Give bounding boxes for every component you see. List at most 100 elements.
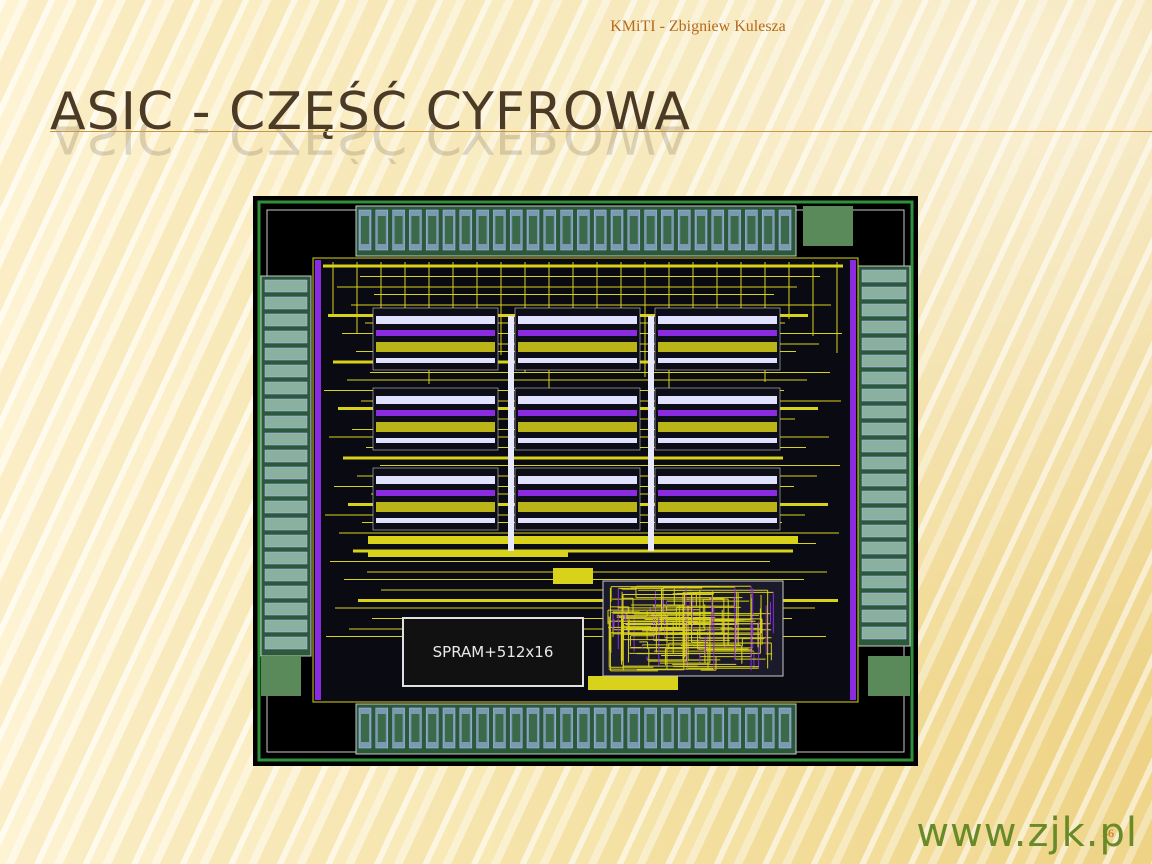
logic-block-metal [518, 422, 637, 432]
power-rail-left [315, 260, 321, 700]
logic-block-metal [518, 502, 637, 512]
bottom-pad-core [478, 714, 487, 742]
bottom-pad-core [781, 714, 789, 742]
spram-label: SPRAM+512x16 [433, 643, 554, 661]
right-pad [861, 456, 907, 470]
bus-line-2 [648, 316, 654, 551]
logic-blocks [372, 307, 781, 531]
left-pad [264, 449, 308, 463]
title-underline [50, 131, 1152, 132]
bus-line-1 [508, 316, 514, 551]
right-pad [861, 592, 907, 606]
asic-layout-svg: SPRAM+512x16 [257, 200, 914, 762]
logic-block-row [376, 316, 495, 324]
logic-block-rail [376, 490, 495, 496]
right-pad [861, 371, 907, 385]
footer-url: www.zjk.pl [916, 810, 1138, 856]
bus-thick [368, 536, 798, 544]
right-pad [861, 337, 907, 351]
left-pad [264, 619, 308, 633]
right-pad [861, 388, 907, 402]
right-pad [861, 575, 907, 589]
bus-thick [553, 568, 593, 584]
logic-block-rail [518, 330, 637, 336]
logic-block-row [658, 476, 777, 484]
logic-block-row [658, 438, 777, 443]
bottom-pad-core [764, 714, 773, 742]
left-pad [264, 483, 308, 497]
right-pad [861, 320, 907, 334]
left-pad [264, 466, 308, 480]
bottom-pad-core [428, 714, 437, 742]
left-pad [264, 330, 308, 344]
bottom-pad-core [629, 714, 638, 742]
logic-block-row [658, 316, 777, 324]
logic-block-row [518, 396, 637, 404]
logic-block-row [376, 438, 495, 443]
right-pad [861, 354, 907, 368]
bottom-pad-core [680, 714, 689, 742]
left-pad [264, 551, 308, 565]
left-pad [264, 585, 308, 599]
bottom-pad-core [529, 714, 537, 742]
right-pad [861, 524, 907, 538]
top-pad-core [596, 216, 605, 244]
logic-block-row [376, 476, 495, 484]
logic-block-row [376, 518, 495, 523]
top-pad-core [394, 216, 403, 244]
bottom-pad-core [411, 714, 420, 742]
right-pad [861, 269, 907, 283]
left-pad [264, 381, 308, 395]
bottom-pad-core [663, 714, 672, 742]
top-pad-core [646, 216, 655, 244]
logic-block-metal [376, 422, 495, 432]
top-pad-core [579, 216, 588, 244]
left-pad [264, 415, 308, 429]
left-pad [264, 398, 308, 412]
top-pad-core [361, 216, 369, 244]
top-pad-core [764, 216, 773, 244]
logic-block-row [518, 476, 637, 484]
top-pad-core [495, 216, 504, 244]
bottom-pad-core [730, 714, 739, 742]
top-pad-core [478, 216, 487, 244]
logic-block-rail [658, 490, 777, 496]
top-pad-core [428, 216, 437, 244]
top-pad-core [747, 216, 756, 244]
top-pad-core [781, 216, 789, 244]
top-pad-core [562, 216, 571, 244]
left-pad [264, 568, 308, 582]
top-pad-core [613, 216, 621, 244]
right-pad [861, 439, 907, 453]
bottom-pad-core [747, 714, 756, 742]
right-pad [861, 473, 907, 487]
left-pad [264, 313, 308, 327]
bottom-pad-core [445, 714, 453, 742]
left-pad [264, 602, 308, 616]
left-pad [264, 432, 308, 446]
bottom-pad-core [495, 714, 504, 742]
power-rail-right [850, 260, 856, 700]
right-pad [861, 286, 907, 300]
logic-block-row [658, 358, 777, 363]
logic-block-row [658, 518, 777, 523]
logic-block-row [518, 438, 637, 443]
right-pad [861, 303, 907, 317]
logic-block-rail [658, 330, 777, 336]
left-pad [264, 296, 308, 310]
top-pad-core [730, 216, 739, 244]
corner-block-tr [803, 206, 853, 246]
bottom-pad-core [579, 714, 588, 742]
logic-block-rail [518, 490, 637, 496]
corner-block-bl [261, 656, 301, 696]
logic-block-row [658, 396, 777, 404]
left-pad [264, 534, 308, 548]
bottom-pad-core [596, 714, 605, 742]
top-pad-core [529, 216, 537, 244]
top-pad-core [461, 216, 470, 244]
left-pad [264, 279, 308, 293]
top-pad-core [512, 216, 521, 244]
bottom-pad-core [377, 714, 386, 742]
right-pad [861, 405, 907, 419]
bottom-pad-core [394, 714, 403, 742]
